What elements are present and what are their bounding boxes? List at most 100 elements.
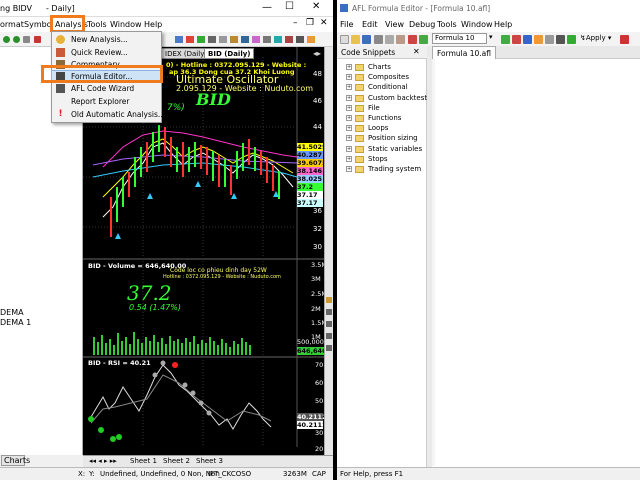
mdi-restore-icon[interactable]: ❐ xyxy=(306,18,314,28)
expand-icon[interactable]: + xyxy=(346,125,352,132)
snippet-category[interactable]: + Custom backtest xyxy=(337,93,427,103)
indicator-item[interactable]: DEMA xyxy=(0,308,24,317)
tab-formula-10[interactable]: Formula 10.afl xyxy=(432,46,496,59)
close-icon[interactable]: ✕ xyxy=(312,1,320,12)
copy-icon[interactable] xyxy=(385,35,394,44)
new-file-icon[interactable] xyxy=(340,35,349,44)
menu-format[interactable]: ormat xyxy=(0,20,24,29)
draw-tool-icon[interactable] xyxy=(326,321,332,327)
debug-icon[interactable] xyxy=(523,35,532,44)
tool-icon[interactable] xyxy=(296,36,304,43)
send-to-chart-icon[interactable] xyxy=(620,35,629,44)
snippet-category[interactable]: + Functions xyxy=(337,113,427,123)
tool-icon[interactable] xyxy=(175,36,183,43)
undo-icon[interactable] xyxy=(408,35,417,44)
draw-tool-icon[interactable] xyxy=(326,345,332,351)
forward-icon[interactable] xyxy=(13,36,20,43)
snippet-category[interactable]: + Loops xyxy=(337,123,427,133)
menu-item-report-explorer[interactable]: Report Explorer xyxy=(52,96,161,107)
tool-icon[interactable] xyxy=(34,36,41,43)
open-folder-icon[interactable] xyxy=(351,35,360,44)
draw-tool-icon[interactable] xyxy=(326,297,332,303)
expand-icon[interactable]: + xyxy=(346,166,352,172)
tool-icon[interactable] xyxy=(241,36,249,43)
menu-symbol[interactable]: Symbo xyxy=(24,20,52,29)
expand-icon[interactable]: + xyxy=(346,145,352,152)
indicator-item[interactable]: DEMA 1 xyxy=(0,318,31,327)
menu-window[interactable]: Window xyxy=(110,20,142,29)
rsi-axis-label: 60 xyxy=(315,379,324,387)
dropdown-chevron-icon[interactable]: ▾ xyxy=(489,33,493,41)
tool-icon[interactable] xyxy=(230,36,238,43)
tool-icon[interactable] xyxy=(197,36,205,43)
minimize-icon[interactable]: — xyxy=(262,2,272,13)
redo-icon[interactable] xyxy=(419,35,428,44)
run-icon[interactable] xyxy=(534,35,543,44)
maximize-icon[interactable]: ☐ xyxy=(285,1,294,12)
volume-change: 0.54 (1.47%) xyxy=(129,303,182,312)
sheet-tab[interactable]: Sheet 2 xyxy=(163,457,190,465)
tool-icon[interactable] xyxy=(274,36,282,43)
snippet-category[interactable]: + Stops xyxy=(337,154,427,164)
menu-item-old-auto-analysis[interactable]: ! Old Automatic Analysis... xyxy=(52,109,165,120)
stop-icon[interactable] xyxy=(512,35,521,44)
menu-item-new-analysis[interactable]: New Analysis... xyxy=(52,34,161,45)
snippet-category[interactable]: + Trading system xyxy=(337,164,427,174)
tool-icon[interactable] xyxy=(208,36,216,43)
mdi-minimize-icon[interactable]: – xyxy=(293,18,298,28)
save-icon[interactable] xyxy=(362,35,371,44)
expand-icon[interactable]: + xyxy=(346,64,352,70)
apply-button[interactable]: ↯Apply ▾ xyxy=(580,34,611,42)
menu-edit[interactable]: Edit xyxy=(362,20,378,29)
snippet-category[interactable]: + File xyxy=(337,103,427,113)
paste-icon[interactable] xyxy=(396,35,405,44)
expand-icon[interactable]: + xyxy=(346,155,352,162)
tool-icon[interactable] xyxy=(307,36,315,43)
verify-icon[interactable] xyxy=(567,35,576,44)
tab-charts[interactable]: Charts xyxy=(1,455,30,466)
draw-tool-icon[interactable] xyxy=(326,309,332,315)
tool-icon[interactable] xyxy=(23,36,30,43)
snippet-category[interactable]: + Position sizing xyxy=(337,133,427,143)
tool-icon[interactable] xyxy=(186,36,194,43)
snippet-category[interactable]: + Conditional xyxy=(337,82,427,92)
code-editor[interactable]: Formula 10.afl xyxy=(432,46,640,467)
expand-icon[interactable]: + xyxy=(346,94,352,101)
mdi-close-icon[interactable]: ✕ xyxy=(320,18,328,28)
snippet-category[interactable]: + Charts xyxy=(337,62,427,72)
snippet-category[interactable]: + Composites xyxy=(337,72,427,82)
back-icon[interactable] xyxy=(3,36,10,43)
menu-item-quick-review[interactable]: Quick Review... xyxy=(52,47,161,58)
snippet-category[interactable]: + Static variables xyxy=(337,144,427,154)
find-icon[interactable] xyxy=(556,35,565,44)
menu-help[interactable]: Help xyxy=(144,20,162,29)
tool-icon[interactable] xyxy=(263,36,271,43)
check-syntax-icon[interactable] xyxy=(501,35,510,44)
menu-help[interactable]: Help xyxy=(494,20,512,29)
chart-tabs-scroll-icon[interactable]: ◂▸ xyxy=(313,49,321,58)
menu-item-afl-wizard[interactable]: AFL Code Wizard xyxy=(52,83,161,94)
sheet-tab[interactable]: Sheet 3 xyxy=(196,457,223,465)
tool-icon[interactable] xyxy=(219,36,227,43)
sheet-nav-icon[interactable]: ◂◂ ◂ ▸ ▸▸ xyxy=(89,457,117,465)
draw-tool-icon[interactable] xyxy=(326,333,332,339)
cut-icon[interactable] xyxy=(374,35,383,44)
menu-debug[interactable]: Debug xyxy=(409,20,435,29)
menu-tools[interactable]: Tools xyxy=(437,20,457,29)
menu-tools[interactable]: Tools xyxy=(87,20,107,29)
expand-icon[interactable]: + xyxy=(346,74,352,81)
formula-select[interactable]: Formula 10 xyxy=(432,33,487,44)
expand-icon[interactable]: + xyxy=(346,84,352,91)
tool-icon[interactable] xyxy=(285,36,293,43)
sheet-tab[interactable]: Sheet 1 xyxy=(130,457,157,465)
menu-file[interactable]: File xyxy=(340,20,353,29)
close-panel-icon[interactable]: ✕ xyxy=(413,47,420,56)
expand-icon[interactable]: + xyxy=(346,135,352,142)
tool-icon[interactable] xyxy=(252,36,260,43)
bookmark-icon[interactable] xyxy=(545,35,554,44)
menu-view[interactable]: View xyxy=(385,20,404,29)
expand-icon[interactable]: + xyxy=(346,104,352,111)
expand-icon[interactable]: + xyxy=(346,115,352,121)
chart-tab-bid[interactable]: BID (Daily) xyxy=(204,48,255,59)
menu-window[interactable]: Window xyxy=(461,20,493,29)
